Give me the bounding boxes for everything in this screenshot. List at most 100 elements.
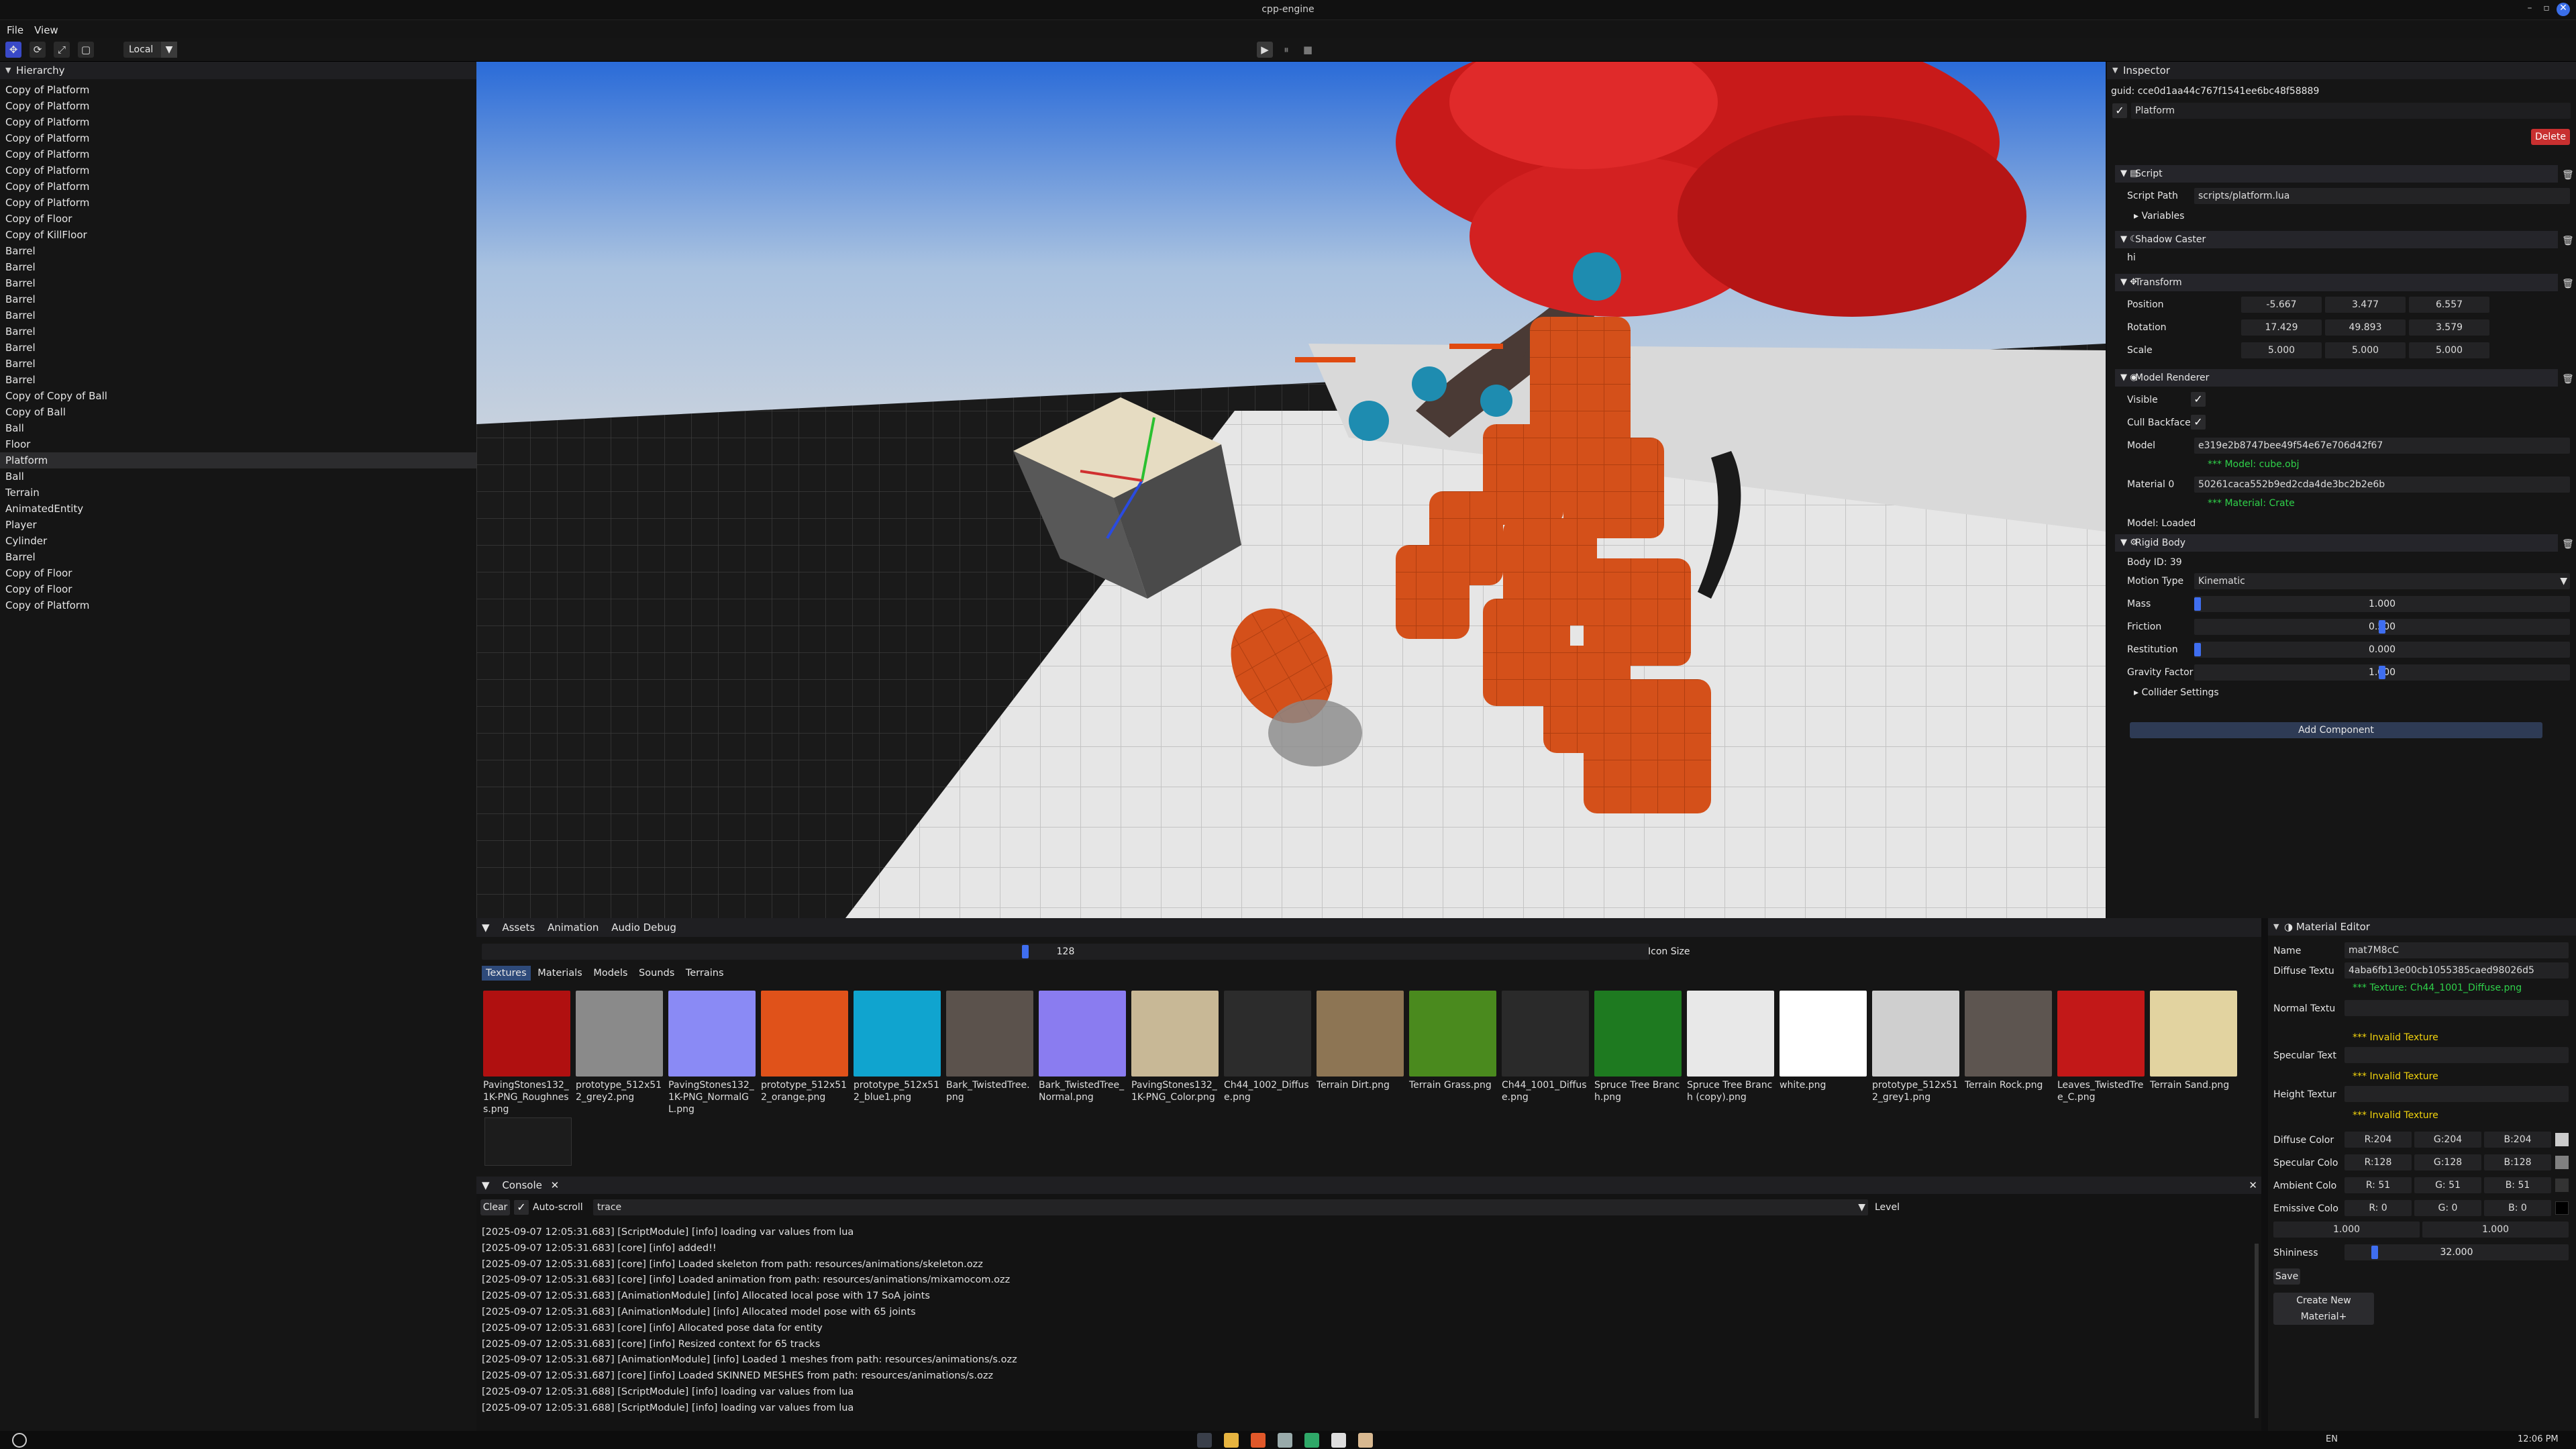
hierarchy-item[interactable]: Barrel [0,259,476,275]
subtab-textures[interactable]: Textures [482,966,531,981]
app-icon-1[interactable] [1197,1433,1212,1448]
launcher-icon[interactable] [12,1433,27,1448]
hierarchy-item[interactable]: Cylinder [0,533,476,549]
trash-icon[interactable]: 🗑 [2562,232,2574,246]
texture-thumb[interactable]: PavingStones132_1K-PNG_Roughness.png [483,991,570,1125]
scale-y[interactable]: 5.000 [2325,342,2406,358]
rotate-tool-icon[interactable]: ⟳ [30,42,46,58]
console-scrollbar[interactable] [2255,1244,2259,1418]
hierarchy-item[interactable]: Barrel [0,323,476,340]
collapse-icon[interactable]: ▼ [482,1179,490,1191]
gravity-factor-slider[interactable]: 1.000 [2194,664,2570,681]
tab-animation[interactable]: Animation [548,921,599,934]
hierarchy-item[interactable]: Copy of Floor [0,211,476,227]
hierarchy-item[interactable]: Copy of KillFloor [0,227,476,243]
texture-thumb[interactable]: Terrain Sand.png [2150,991,2237,1125]
texture-thumb[interactable]: Spruce Tree Branch.png [1594,991,1682,1125]
delete-entity-button[interactable]: Delete [2531,129,2570,145]
hierarchy-item[interactable]: Player [0,517,476,533]
height-texture-input[interactable] [2345,1086,2569,1102]
subtab-materials[interactable]: Materials [533,966,586,981]
diffuse-texture-input[interactable]: 4aba6fb13e00cb1055385caed98026d5 [2345,962,2569,979]
friction-slider[interactable]: 0.500 [2194,619,2570,635]
terminal-icon[interactable] [1304,1433,1319,1448]
model-input[interactable]: e319e2b8747bee49f54e67e706d42f67 [2194,438,2570,454]
rotation-x[interactable]: 17.429 [2241,319,2322,336]
transform-header[interactable]: ▼ ✥ Transform 🗑 [2115,274,2574,291]
collider-settings-node[interactable]: ▸ Collider Settings [2134,687,2219,698]
hierarchy-item[interactable]: Copy of Platform [0,179,476,195]
texture-thumb[interactable]: prototype_512x512_grey2.png [576,991,663,1125]
scale-tool-icon[interactable]: ⤢ [54,42,70,58]
hierarchy-item[interactable]: Terrain [0,485,476,501]
close-tab-icon[interactable]: ✕ [551,1179,560,1191]
hierarchy-item[interactable]: Copy of Platform [0,130,476,146]
hierarchy-item[interactable]: Ball [0,468,476,485]
hierarchy-item[interactable]: Barrel [0,372,476,388]
motion-type-dropdown[interactable]: Kinematic ▼ [2194,573,2570,589]
tab-audio-debug[interactable]: Audio Debug [611,921,676,934]
hierarchy-item[interactable]: Copy of Platform [0,162,476,179]
visible-checkbox[interactable]: ✓ [2191,392,2206,407]
emissive-b[interactable]: B: 0 [2484,1200,2551,1216]
texture-thumb[interactable]: prototype_512x512_grey1.png [1872,991,1959,1125]
hierarchy-item[interactable]: Copy of Platform [0,146,476,162]
hierarchy-item[interactable]: Copy of Platform [0,195,476,211]
hierarchy-item[interactable]: Barrel [0,549,476,565]
texture-thumb[interactable]: Terrain Dirt.png [1317,991,1404,1125]
diffuse-swatch[interactable] [2555,1133,2569,1146]
trash-icon[interactable]: 🗑 [2562,166,2574,181]
trash-icon[interactable]: 🗑 [2562,536,2574,550]
hierarchy-item[interactable]: Ball [0,420,476,436]
script-component-header[interactable]: ▼ ▤ Script 🗑 [2115,165,2574,183]
material-editor-header[interactable]: ◑ Material Editor [2268,918,2576,936]
stop-icon[interactable]: ■ [1300,42,1316,58]
hierarchy-item[interactable]: Copy of Platform [0,114,476,130]
rotation-y[interactable]: 49.893 [2325,319,2406,336]
texture-thumb[interactable]: Ch44_1001_Diffuse.png [1502,991,1589,1125]
scale-z[interactable]: 5.000 [2409,342,2489,358]
minimize-icon[interactable]: – [2523,3,2536,16]
clear-button[interactable]: Clear [480,1199,510,1215]
texture-thumb[interactable]: Terrain Rock.png [1965,991,2052,1125]
log-filter-dropdown[interactable]: trace ▼ [593,1199,1868,1215]
hierarchy-item[interactable]: Floor [0,436,476,452]
diffuse-g[interactable]: G:204 [2414,1132,2481,1148]
texture-thumb[interactable]: prototype_512x512_blue1.png [854,991,941,1125]
specular-g[interactable]: G:128 [2414,1154,2481,1170]
rigid-body-header[interactable]: ▼ ⚙ Rigid Body 🗑 [2115,534,2574,552]
model-renderer-header[interactable]: ▼ ◉ Model Renderer 🗑 [2115,369,2574,387]
autoscroll-checkbox[interactable]: ✓ [514,1200,529,1215]
entity-enabled-checkbox[interactable]: ✓ [2112,103,2127,118]
texture-thumb[interactable]: Bark_TwistedTree_Normal.png [1039,991,1126,1125]
hierarchy-item[interactable]: Barrel [0,291,476,307]
texture-thumb-extra[interactable] [484,1117,572,1166]
scale-x[interactable]: 5.000 [2241,342,2322,358]
diffuse-b[interactable]: B:204 [2484,1132,2551,1148]
close-panel-icon[interactable]: ✕ [2249,1177,2257,1194]
hierarchy-item[interactable]: Copy of Floor [0,581,476,597]
diffuse-r[interactable]: R:204 [2345,1132,2412,1148]
specular-texture-input[interactable] [2345,1047,2569,1063]
hierarchy-item[interactable]: Platform [0,452,476,468]
texture-thumb[interactable]: Spruce Tree Branch (copy).png [1687,991,1774,1125]
icon-size-slider[interactable]: 128 [482,944,1649,960]
position-y[interactable]: 3.477 [2325,297,2406,313]
specular-b[interactable]: B:128 [2484,1154,2551,1170]
tab-console[interactable]: Console [502,1179,542,1191]
bounds-tool-icon[interactable]: ▢ [78,42,94,58]
menu-view[interactable]: View [28,20,62,36]
texture-thumb[interactable]: Leaves_TwistedTree_C.png [2057,991,2145,1125]
texture-thumb[interactable]: white.png [1780,991,1867,1125]
extra-value-2[interactable]: 1.000 [2422,1221,2569,1238]
inspector-header[interactable]: Inspector [2107,62,2576,79]
hierarchy-item[interactable]: Copy of Floor [0,565,476,581]
hierarchy-item[interactable]: Barrel [0,340,476,356]
hierarchy-item[interactable]: Barrel [0,356,476,372]
files-icon[interactable] [1224,1433,1239,1448]
mass-slider[interactable]: 1.000 [2194,596,2570,612]
subtab-sounds[interactable]: Sounds [635,966,678,981]
console-log[interactable]: [2025-09-07 12:05:31.683] [ScriptModule]… [482,1225,1017,1417]
close-icon[interactable]: ✕ [2557,3,2570,16]
browser-icon[interactable] [1251,1433,1266,1448]
